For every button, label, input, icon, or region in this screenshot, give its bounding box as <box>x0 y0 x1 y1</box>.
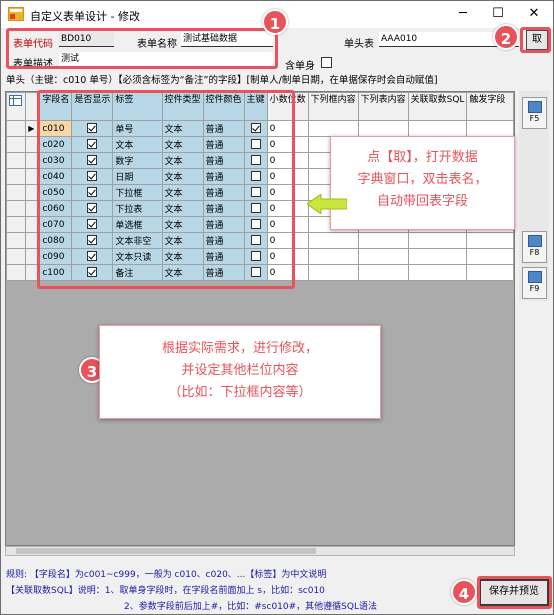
grid-corner <box>6 92 27 121</box>
head-table-label: 单头表 <box>344 39 374 50</box>
row-corner <box>6 136 27 153</box>
callout-fetch: 点【取】，打开数据 字典窗口，双击表名， 自动带回表字段 <box>330 136 515 230</box>
arrow-left-icon <box>307 194 347 214</box>
rule-line: 【关联取数SQL】说明：1、取单身字段时，在字段名前面加上 s，比如：sc010 <box>6 586 325 596</box>
rule-line: 2、参数字段前后加上#，比如：#sc010#，其他遵循SQL语法 <box>124 602 377 612</box>
col-header-sql[interactable]: 关联取数SQL <box>407 92 468 121</box>
info-line: 单头（主键：c010 单号）【必须含标签为“备注”的字段】[制单人/制单日期，在… <box>6 75 438 86</box>
callout-line: 根据实际需求，进行修改， <box>161 341 318 356</box>
callout-line: （比如：下拉框内容等） <box>168 385 312 400</box>
side-toolbar: F5 F8 F9 <box>519 91 549 301</box>
cell-trigger[interactable] <box>466 248 514 265</box>
cell-trigger[interactable] <box>466 264 514 281</box>
f9-button[interactable]: F9 <box>522 267 547 299</box>
single-body-label: 含单身 <box>285 61 315 72</box>
f8-label: F8 <box>529 248 540 257</box>
callout-line: 点【取】，打开数据 <box>367 150 478 165</box>
app-icon <box>8 7 24 21</box>
col-header-dropdown[interactable]: 下列框内容 <box>307 92 359 121</box>
row-corner <box>6 248 27 265</box>
callout-line: 并设定其他栏位内容 <box>181 363 299 378</box>
cell-droplist[interactable] <box>357 248 409 265</box>
horizontal-scrollbar[interactable] <box>5 546 515 556</box>
cell-dropdown[interactable] <box>307 264 359 281</box>
row-corner <box>6 168 27 185</box>
grid-table-icon <box>9 95 22 106</box>
row-corner <box>6 184 27 201</box>
cell-dropdown[interactable] <box>307 232 359 249</box>
single-body-checkbox[interactable] <box>321 57 332 68</box>
cell-droplist[interactable] <box>357 232 409 249</box>
row-corner <box>6 216 27 233</box>
window-title: 自定义表单设计 - 修改 <box>30 10 140 23</box>
cell-dropdown[interactable] <box>307 248 359 265</box>
grid-delete-icon <box>527 271 542 283</box>
rule-line: 规则: 【字段名】为c001~c999，一般为 c010、c020、...【标签… <box>6 570 327 580</box>
col-header-trigger[interactable]: 触发字段 <box>466 92 514 121</box>
cell-dropdown[interactable] <box>307 120 359 137</box>
f5-label: F5 <box>529 114 540 123</box>
close-button[interactable]: ✕ <box>524 5 544 23</box>
cell-sql[interactable] <box>407 232 468 249</box>
cell-sql[interactable] <box>407 264 468 281</box>
annotation-box-grid <box>37 90 295 289</box>
row-corner <box>6 120 27 137</box>
badge-4: 4 <box>451 579 477 605</box>
cell-sql[interactable] <box>407 248 468 265</box>
minimize-button[interactable]: ─ <box>453 5 473 23</box>
scroll-thumb[interactable] <box>16 548 316 554</box>
cell-trigger[interactable] <box>466 232 514 249</box>
callout-line: 自动带回表字段 <box>376 194 468 209</box>
badge-2: 2 <box>493 24 519 50</box>
badge-1: 1 <box>262 9 288 35</box>
cell-sql[interactable] <box>407 120 468 137</box>
f5-button[interactable]: F5 <box>522 97 547 129</box>
f8-button[interactable]: F8 <box>522 231 547 263</box>
cell-droplist[interactable] <box>357 264 409 281</box>
grid-add-icon <box>527 101 542 113</box>
cell-droplist[interactable] <box>357 120 409 137</box>
annotation-box-header <box>6 28 278 69</box>
callout-modify: 根据实际需求，进行修改， 并设定其他栏位内容 （比如：下拉框内容等） <box>99 325 381 419</box>
row-corner <box>6 200 27 217</box>
cell-trigger[interactable] <box>466 120 514 137</box>
f9-label: F9 <box>529 284 540 293</box>
row-corner <box>6 152 27 169</box>
row-corner <box>6 264 27 281</box>
grid-insert-icon <box>527 235 542 247</box>
callout-line: 字典窗口，双击表名， <box>357 172 488 187</box>
row-corner <box>6 232 27 249</box>
col-header-droplist[interactable]: 下列表内容 <box>357 92 409 121</box>
annotation-box-save <box>477 576 552 609</box>
maximize-button[interactable]: ☐ <box>488 5 508 23</box>
form-designer-window: 自定义表单设计 - 修改 ─ ☐ ✕ 表单代码 BD010 表单名称 测试基础数… <box>0 0 554 615</box>
annotation-box-fetch <box>520 27 551 53</box>
rules-text: 规则: 【字段名】为c001~c999，一般为 c010、c020、...【标签… <box>6 567 377 615</box>
